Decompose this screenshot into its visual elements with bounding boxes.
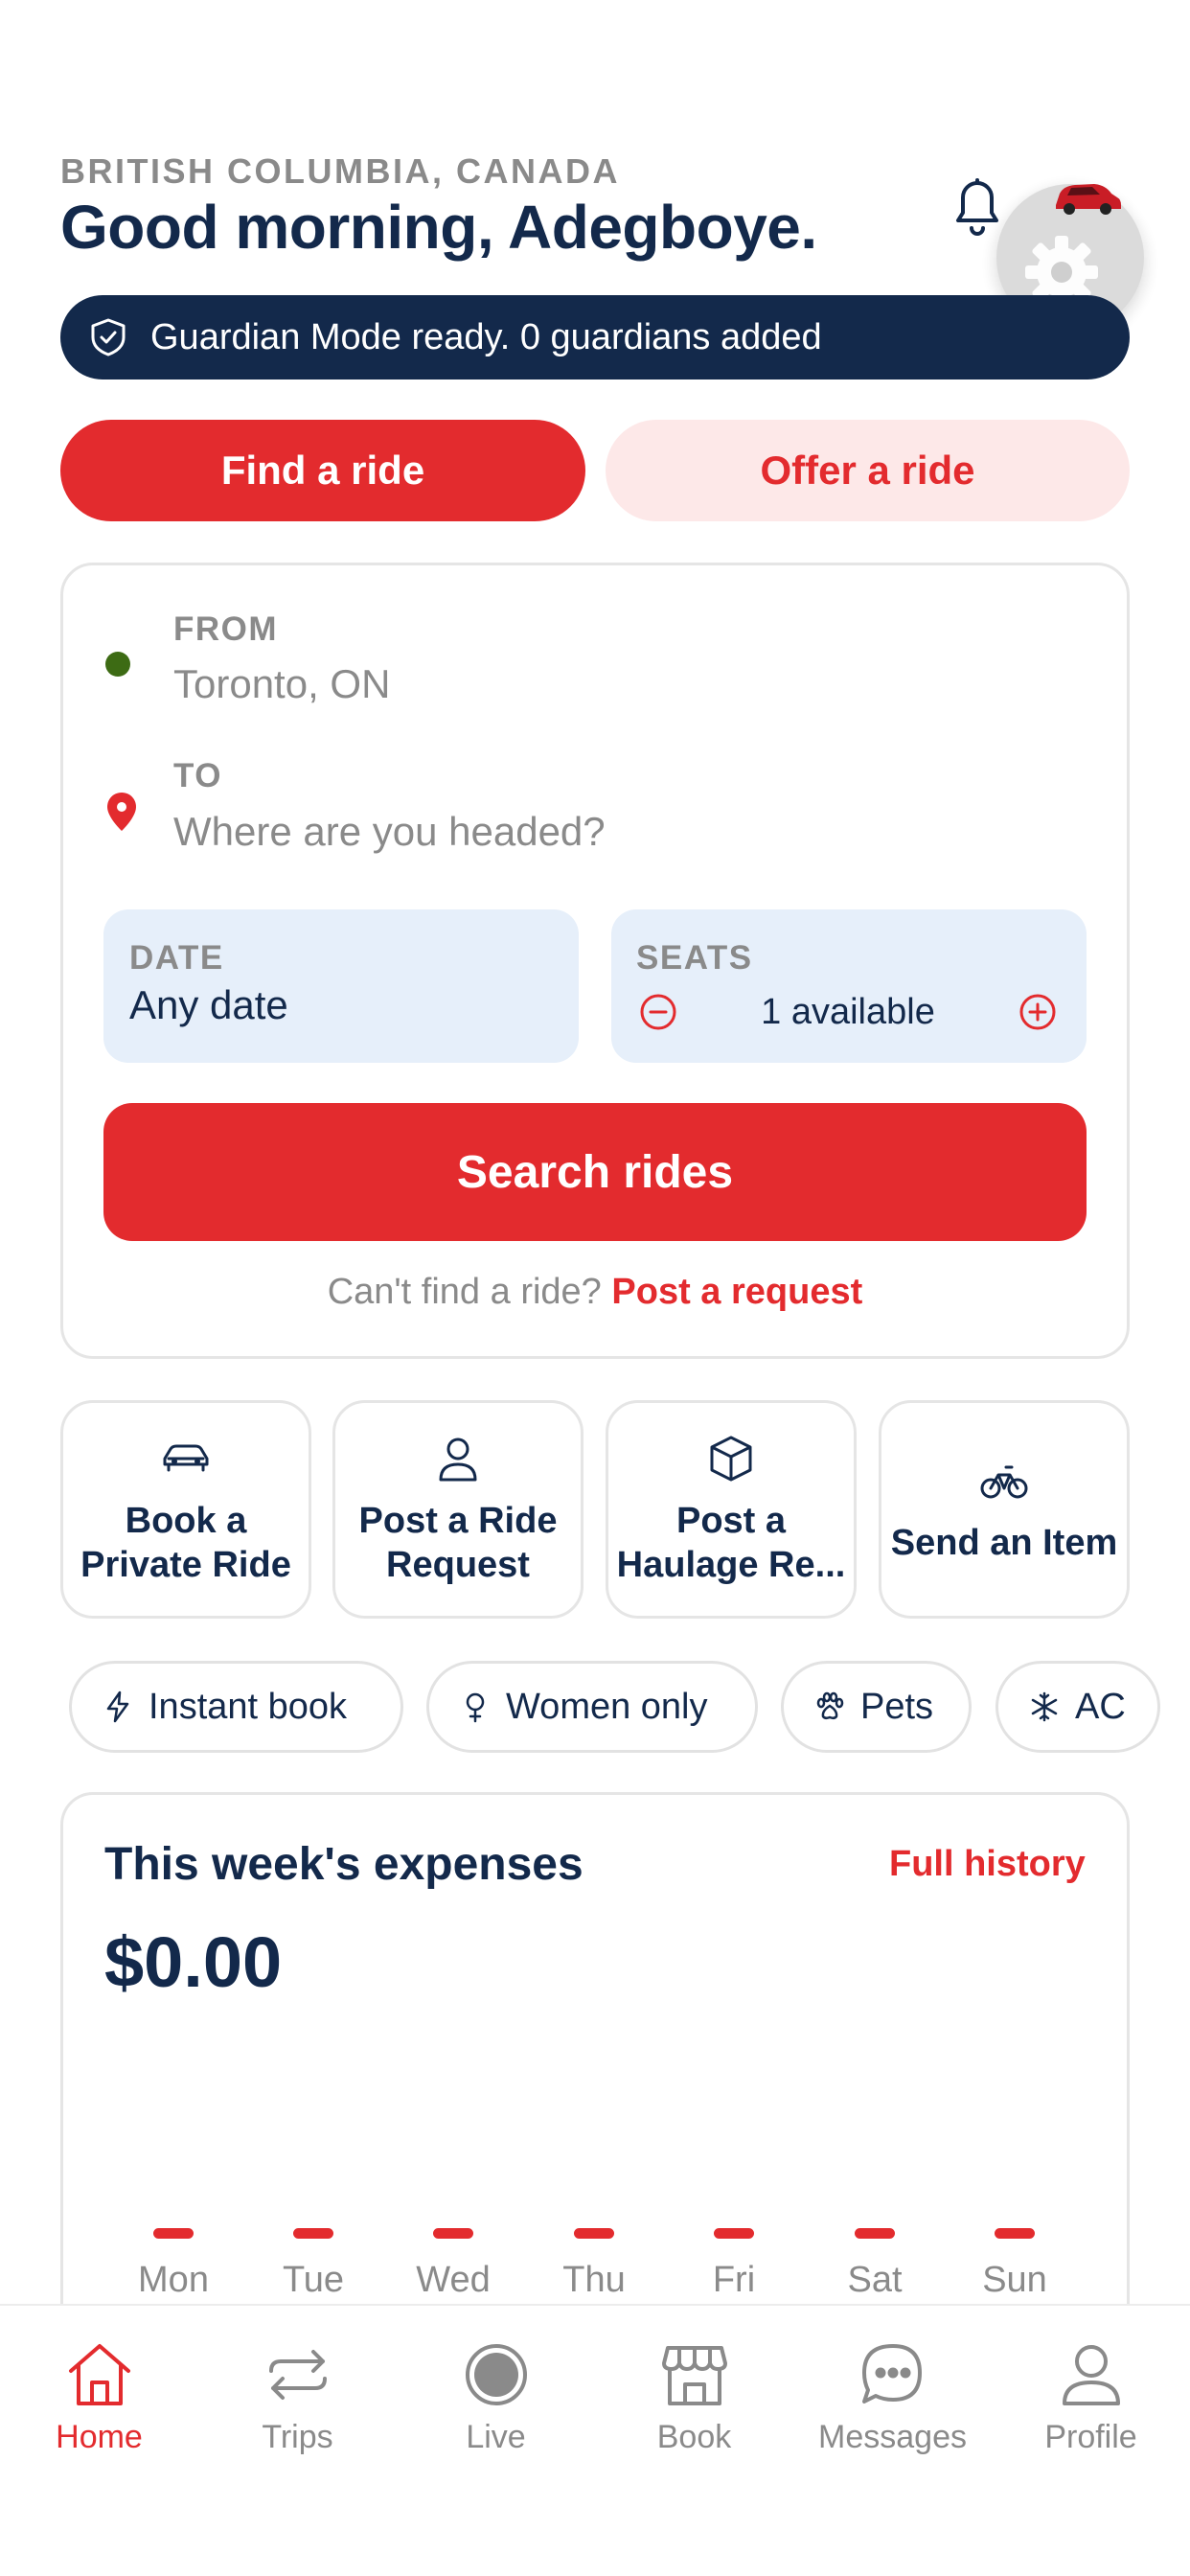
expense-bar-thu xyxy=(574,2228,614,2239)
day-label-mon: Mon xyxy=(138,2260,209,2300)
day-label-sun: Sun xyxy=(982,2260,1047,2300)
nav-label: Book xyxy=(656,2419,732,2455)
offer-a-ride-tab[interactable]: Offer a ride xyxy=(606,420,1130,521)
quick-action-label: Send an Item xyxy=(890,1523,1118,1563)
chat-icon xyxy=(861,2344,922,2404)
day-label-thu: Thu xyxy=(562,2260,626,2300)
home-icon xyxy=(68,2344,130,2405)
bell-icon[interactable] xyxy=(949,172,1006,238)
minus-circle-icon[interactable] xyxy=(639,993,677,1031)
expense-bar-fri xyxy=(714,2228,754,2239)
bicycle-icon xyxy=(980,1465,1028,1499)
user-icon xyxy=(1062,2345,1120,2405)
expense-bar-sun xyxy=(995,2228,1035,2239)
find-a-ride-tab[interactable]: Find a ride xyxy=(60,420,585,521)
live-icon xyxy=(465,2344,527,2405)
expense-bar-tue xyxy=(293,2228,333,2239)
from-label: FROM xyxy=(173,610,279,648)
post-ride-request-card[interactable]: Post a Ride Request xyxy=(332,1400,584,1619)
nav-label: Profile xyxy=(1044,2419,1137,2455)
day-label-sat: Sat xyxy=(847,2260,903,2300)
car-logo-icon xyxy=(1056,184,1121,215)
post-haulage-request-card[interactable]: Post a Haulage Re... xyxy=(606,1400,857,1619)
region-label: BRITISH COLUMBIA, CANADA xyxy=(60,151,620,191)
expenses-total: $0.00 xyxy=(104,1922,283,2002)
box-icon xyxy=(710,1436,752,1482)
seats-value: 1 available xyxy=(761,992,935,1032)
nav-label: Live xyxy=(466,2419,526,2455)
quick-action-label: Book a Private Ride xyxy=(80,1501,291,1585)
store-icon xyxy=(661,2346,727,2405)
book-private-ride-card[interactable]: Book a Private Ride xyxy=(60,1400,311,1619)
nav-trips[interactable]: Trips xyxy=(198,2338,397,2456)
expense-bar-mon xyxy=(153,2228,194,2239)
nav-messages[interactable]: Messages xyxy=(793,2338,992,2456)
chip-label: Instant book xyxy=(149,1686,348,1727)
chip-label: Women only xyxy=(506,1686,708,1727)
filter-instant-book[interactable]: Instant book xyxy=(69,1661,403,1753)
expense-bar-wed xyxy=(433,2228,473,2239)
nav-label: Home xyxy=(56,2419,143,2455)
cant-find-row: Can't find a ride? Post a request xyxy=(60,1272,1130,1313)
from-field[interactable]: Toronto, ON xyxy=(173,661,390,707)
car-icon xyxy=(163,1444,209,1472)
greeting-title: Good morning, Adegboye. xyxy=(60,193,817,262)
to-label: TO xyxy=(173,757,222,794)
full-history-link[interactable]: Full history xyxy=(889,1844,1086,1885)
expenses-title: This week's expenses xyxy=(104,1839,584,1890)
seats-stepper xyxy=(611,909,1087,1063)
guardian-mode-banner[interactable]: Guardian Mode ready. 0 guardians added xyxy=(60,295,1130,380)
chip-label: AC xyxy=(1075,1686,1126,1727)
filter-women-only[interactable]: Women only xyxy=(426,1661,758,1753)
day-label-tue: Tue xyxy=(282,2260,345,2300)
nav-label: Trips xyxy=(262,2419,333,2455)
destination-field[interactable]: Where are you headed? xyxy=(173,809,606,855)
day-label-fri: Fri xyxy=(712,2260,756,2300)
date-value: Any date xyxy=(129,982,288,1027)
cant-find-text: Can't find a ride? xyxy=(327,1272,602,1312)
date-label: DATE xyxy=(129,939,224,977)
day-label-wed: Wed xyxy=(416,2260,491,2300)
nav-label: Messages xyxy=(818,2419,967,2455)
person-icon xyxy=(439,1438,477,1482)
paw-icon xyxy=(816,1691,844,1720)
quick-action-label: Post a Ride Request xyxy=(358,1501,558,1585)
bolt-icon xyxy=(106,1690,129,1723)
expense-bar-sat xyxy=(855,2228,895,2239)
nav-live[interactable]: Live xyxy=(397,2338,595,2456)
repeat-icon xyxy=(268,2350,327,2400)
quick-action-label: Post a Haulage Re... xyxy=(616,1501,846,1585)
nav-book[interactable]: Book xyxy=(595,2338,793,2456)
filter-ac[interactable]: AC xyxy=(995,1661,1160,1753)
origin-dot-icon xyxy=(105,652,130,677)
snowflake-icon xyxy=(1031,1691,1058,1722)
female-icon xyxy=(466,1692,485,1723)
shield-check-icon xyxy=(91,318,126,356)
nav-home[interactable]: Home xyxy=(0,2338,198,2456)
location-pin-icon xyxy=(107,793,136,831)
nav-profile[interactable]: Profile xyxy=(992,2338,1190,2456)
chip-label: Pets xyxy=(860,1686,934,1727)
guardian-mode-text: Guardian Mode ready. 0 guardians added xyxy=(150,316,822,357)
search-rides-button[interactable]: Search rides xyxy=(103,1103,1087,1241)
plus-circle-icon[interactable] xyxy=(1018,993,1057,1031)
post-request-link[interactable]: Post a request xyxy=(611,1272,862,1312)
send-an-item-card[interactable]: Send an Item xyxy=(879,1400,1130,1619)
seats-label: SEATS xyxy=(636,939,753,977)
filter-pets[interactable]: Pets xyxy=(781,1661,972,1753)
